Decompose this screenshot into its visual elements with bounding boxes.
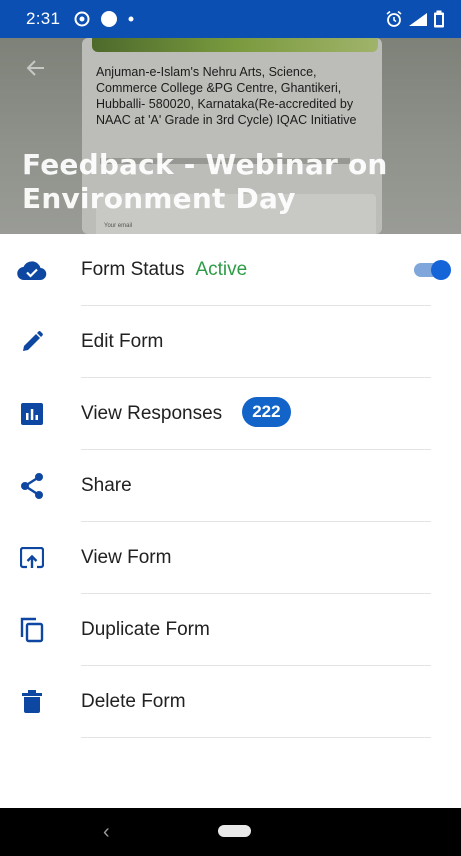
- duplicate-form-label: Duplicate Form: [81, 619, 210, 640]
- menu-item-view-responses[interactable]: View Responses 222: [0, 378, 461, 450]
- menu-item-duplicate-form[interactable]: Duplicate Form: [0, 594, 461, 666]
- sync-icon: [74, 11, 90, 27]
- status-left-icons: [74, 10, 134, 28]
- form-status-label-group: Form Status Active: [81, 259, 247, 281]
- view-responses-label: View Responses: [81, 403, 223, 425]
- circle-icon: [101, 11, 118, 27]
- nav-home-pill[interactable]: [218, 825, 251, 837]
- form-preview-email-label: Your email: [104, 223, 133, 229]
- form-action-menu: Form Status Active Edit Form View Respon…: [0, 234, 461, 738]
- menu-item-share[interactable]: Share: [0, 450, 461, 522]
- share-icon: [17, 471, 47, 501]
- alarm-icon: [386, 10, 402, 27]
- form-status-toggle[interactable]: [414, 260, 451, 280]
- delete-form-label: Delete Form: [81, 691, 186, 712]
- form-status-label: Form Status: [81, 259, 185, 280]
- bar-chart-icon: [17, 399, 47, 429]
- share-label: Share: [81, 475, 132, 496]
- back-arrow-icon[interactable]: [24, 56, 48, 80]
- status-time: 2:31: [26, 9, 61, 28]
- edit-form-label: Edit Form: [81, 331, 164, 352]
- trash-icon: [17, 687, 47, 717]
- pencil-icon: [17, 327, 47, 357]
- toggle-thumb: [431, 260, 451, 280]
- open-in-browser-icon: [17, 543, 47, 573]
- status-right-icons: [385, 10, 445, 28]
- dot-icon: [128, 16, 134, 22]
- form-title: Feedback - Webinar on Environment Day: [22, 148, 388, 215]
- menu-item-form-status[interactable]: Form Status Active: [0, 234, 461, 306]
- nav-back-icon[interactable]: ‹: [103, 821, 110, 844]
- duplicate-icon: [17, 615, 47, 645]
- form-preview-banner: [92, 38, 378, 52]
- divider: [81, 737, 431, 738]
- form-status-value: Active: [195, 259, 248, 280]
- view-responses-label-group: View Responses 222: [81, 397, 291, 429]
- cloud-check-icon: [17, 255, 47, 285]
- form-header-image: Anjuman-e-Islam's Nehru Arts, Science, C…: [0, 38, 461, 234]
- view-form-label: View Form: [81, 547, 172, 568]
- form-preview-description: Anjuman-e-Islam's Nehru Arts, Science, C…: [96, 65, 357, 127]
- signal-icon: [409, 13, 427, 26]
- menu-item-delete-form[interactable]: Delete Form: [0, 666, 461, 738]
- menu-item-edit-form[interactable]: Edit Form: [0, 306, 461, 378]
- system-nav-bar: ‹: [0, 808, 461, 856]
- responses-count-badge: 222: [242, 397, 291, 427]
- battery-icon: [434, 10, 444, 28]
- status-bar: 2:31: [0, 0, 461, 38]
- menu-item-view-form[interactable]: View Form: [0, 522, 461, 594]
